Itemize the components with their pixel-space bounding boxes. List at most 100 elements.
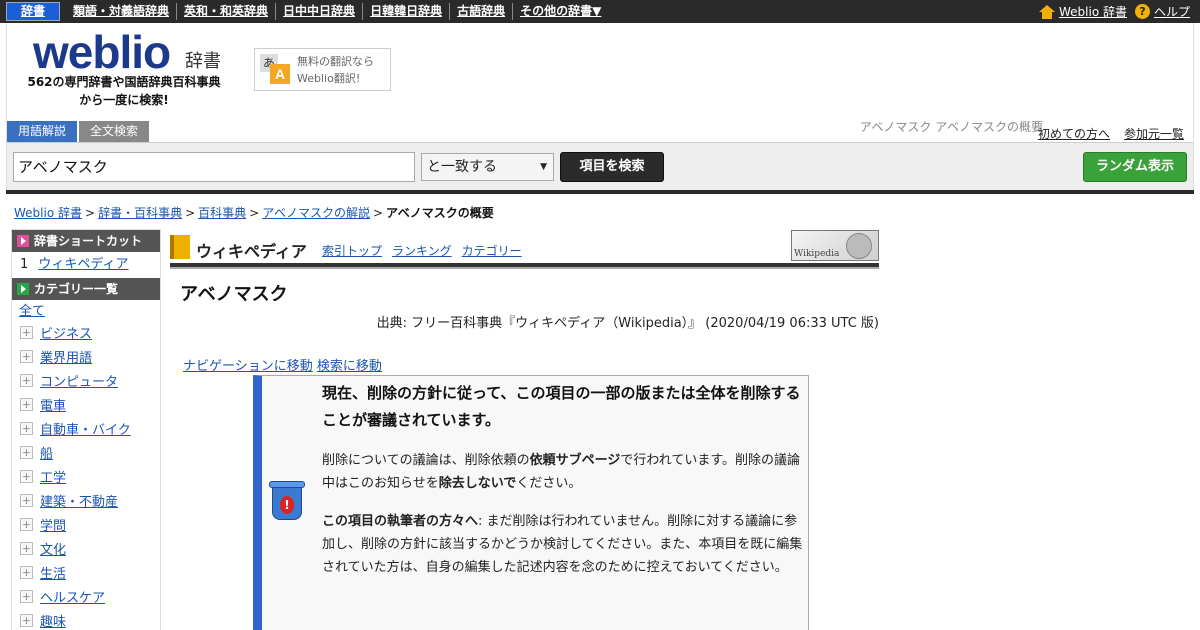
category-link[interactable]: 業界用語	[40, 347, 92, 366]
category-link[interactable]: コンピュータ	[40, 371, 118, 390]
nav-thesaurus[interactable]: 類語・対義語辞典	[66, 3, 178, 20]
expand-plus-icon[interactable]: +	[20, 373, 33, 387]
breadcrumb-current: アベノマスクの概要	[386, 206, 494, 220]
expand-plus-icon[interactable]: +	[20, 589, 33, 603]
sources-list-link[interactable]: 参加元一覧	[1124, 125, 1184, 142]
expand-plus-icon[interactable]: +	[20, 613, 33, 627]
category-link[interactable]: 文化	[40, 539, 66, 558]
random-button[interactable]: ランダム表示	[1083, 152, 1187, 182]
category-all-link[interactable]: 全て	[19, 304, 45, 319]
wikipedia-section-header: ウィキペディア 索引トップ ランキング カテゴリー Wikipedia	[170, 230, 879, 264]
weblio-home-link[interactable]: Weblio 辞書	[1059, 3, 1127, 20]
match-mode-select[interactable]: と一致する ▼	[421, 153, 554, 181]
exclamation-icon: !	[280, 496, 294, 514]
category-link[interactable]: 趣味	[40, 611, 66, 630]
expand-plus-icon[interactable]: +	[20, 565, 33, 579]
expand-plus-icon[interactable]: +	[20, 349, 33, 363]
request-subpage-text: 依頼サブページ	[529, 453, 621, 468]
category-link[interactable]: 学問	[40, 515, 66, 534]
search-button[interactable]: 項目を検索	[560, 152, 664, 182]
shortcut-item: 1 ウィキペディア	[12, 252, 160, 278]
category-item: + 工学	[12, 464, 160, 488]
translation-promo-banner[interactable]: あ A 無料の翻訳なら Weblio翻訳!	[254, 48, 391, 91]
top-right-links: Weblio 辞書 ? ヘルプ	[1038, 3, 1190, 20]
nav-chinese[interactable]: 日中中日辞典	[276, 3, 364, 20]
nav-classical[interactable]: 古語辞典	[450, 3, 514, 20]
category-item: + 電車	[12, 392, 160, 416]
breadcrumb-separator: >	[185, 206, 196, 220]
breadcrumb-separator: >	[85, 206, 96, 220]
wikipedia-logo-text: Wikipedia	[794, 249, 840, 259]
wikipedia-logo[interactable]: Wikipedia	[791, 230, 879, 261]
translate-icon: あ A	[260, 54, 290, 84]
notice-text: ください。	[516, 476, 582, 491]
breadcrumb-explanation[interactable]: アベノマスクの解説	[262, 206, 370, 220]
notice-paragraph-2: この項目の執筆者の方々へ: まだ削除は行われていません。削除に対する議論に参加し…	[322, 510, 806, 579]
promo-line2: Weblio翻訳!	[297, 72, 361, 85]
category-link[interactable]: ヘルスケア	[40, 587, 105, 606]
category-item: + 学問	[12, 512, 160, 536]
tagline-line2: から一度に検索!	[79, 93, 169, 107]
home-icon	[1038, 4, 1055, 19]
category-link[interactable]: カテゴリー	[462, 242, 522, 259]
search-bar: アベノマスク と一致する ▼ 項目を検索 ランダム表示	[7, 142, 1193, 190]
article-title: アベノマスク	[180, 284, 288, 305]
top-navbar: 辞書 類語・対義語辞典 英和・和英辞典 日中中日辞典 日韓韓日辞典 古語辞典 そ…	[0, 0, 1200, 23]
weblio-logo[interactable]: weblio	[33, 29, 171, 75]
category-item: + 船	[12, 440, 160, 464]
expand-plus-icon[interactable]: +	[20, 517, 33, 531]
category-link[interactable]: 工学	[40, 467, 66, 486]
first-time-link[interactable]: 初めての方へ	[1038, 125, 1110, 142]
expand-plus-icon[interactable]: +	[20, 445, 33, 459]
breadcrumb-weblio[interactable]: Weblio 辞書	[14, 206, 82, 220]
breadcrumb-dictionaries[interactable]: 辞書・百科事典	[98, 206, 182, 220]
category-link[interactable]: 船	[40, 443, 53, 462]
expand-plus-icon[interactable]: +	[20, 469, 33, 483]
shortcut-wikipedia-link[interactable]: ウィキペディア	[38, 257, 128, 272]
play-arrow-icon	[17, 235, 29, 247]
expand-plus-icon[interactable]: +	[20, 397, 33, 411]
wikipedia-title: ウィキペディア	[196, 242, 307, 261]
nav-english[interactable]: 英和・和英辞典	[177, 3, 277, 20]
expand-plus-icon[interactable]: +	[20, 325, 33, 339]
wikipedia-divider	[170, 263, 879, 269]
promo-line1: 無料の翻訳なら	[297, 55, 374, 68]
ranking-link[interactable]: ランキング	[392, 242, 452, 259]
category-item: + 業界用語	[12, 344, 160, 368]
wikipedia-globe-icon	[846, 233, 872, 259]
nav-other-dictionaries[interactable]: その他の辞書▼	[513, 3, 608, 20]
match-mode-value: と一致する	[427, 159, 497, 175]
do-not-remove-text: 除去しないで	[438, 476, 517, 491]
promo-text: 無料の翻訳なら Weblio翻訳!	[297, 53, 374, 87]
header-divider	[6, 190, 1194, 194]
article-source: 出典: フリー百科事典『ウィキペディア（Wikipedia）』 (2020/04…	[376, 316, 879, 331]
category-link[interactable]: ビジネス	[40, 323, 92, 342]
tab-fulltext-search[interactable]: 全文検索	[79, 121, 150, 142]
category-link[interactable]: 電車	[40, 395, 66, 414]
nav-dictionary[interactable]: 辞書	[6, 2, 61, 21]
book-icon	[170, 235, 190, 259]
category-link[interactable]: 建築・不動産	[40, 491, 118, 510]
tab-term-explanation[interactable]: 用語解説	[7, 121, 78, 142]
category-item: + 生活	[12, 560, 160, 584]
category-title: カテゴリー一覧	[34, 282, 119, 296]
category-link[interactable]: 生活	[40, 563, 66, 582]
chevron-down-icon: ▼	[540, 162, 547, 172]
skip-to-navigation-link[interactable]: ナビゲーションに移動	[183, 359, 313, 374]
nav-korean[interactable]: 日韓韓日辞典	[363, 3, 451, 20]
expand-plus-icon[interactable]: +	[20, 421, 33, 435]
shortcut-title: 辞書ショートカット	[34, 234, 143, 248]
skip-to-search-link[interactable]: 検索に移動	[317, 359, 382, 374]
deletion-notice: ! 現在、削除の方針に従って、この項目の一部の版または全体を削除することが審議さ…	[253, 375, 809, 630]
breadcrumb-encyclopedia[interactable]: 百科事典	[198, 206, 246, 220]
category-link[interactable]: 自動車・バイク	[40, 419, 131, 438]
category-all: 全て	[12, 304, 160, 320]
expand-plus-icon[interactable]: +	[20, 541, 33, 555]
expand-plus-icon[interactable]: +	[20, 493, 33, 507]
help-link[interactable]: ヘルプ	[1154, 3, 1190, 20]
site-header: weblio 辞書 562の専門辞書や国語辞典百科事典 から一度に検索! あ A…	[6, 23, 1194, 193]
search-input[interactable]: アベノマスク	[13, 152, 415, 182]
notice-body: 現在、削除の方針に従って、この項目の一部の版または全体を削除することが審議されて…	[322, 380, 806, 594]
wikipedia-links: 索引トップ ランキング カテゴリー	[322, 242, 522, 259]
index-top-link[interactable]: 索引トップ	[322, 242, 382, 259]
